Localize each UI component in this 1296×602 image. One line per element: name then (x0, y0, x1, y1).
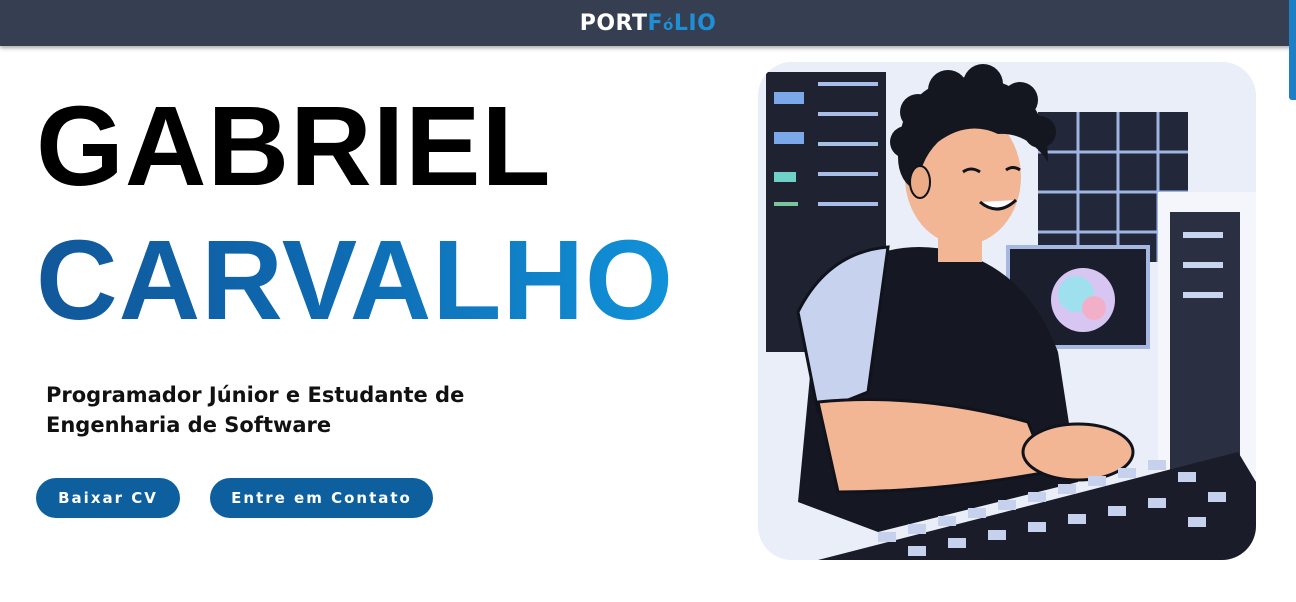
logo-text-port: PORT (579, 10, 648, 36)
logo-text-o-accent: ó (663, 15, 674, 34)
logo-text-f: F (647, 10, 664, 36)
hero-subtitle: Programador Júnior e Estudante de Engenh… (46, 383, 465, 437)
developer-illustration (758, 62, 1256, 560)
contact-button[interactable]: Entre em Contato (210, 478, 433, 518)
portfolio-logo[interactable]: PORT F ó LIO (580, 11, 717, 36)
last-name-heading: CARVALHO (36, 217, 674, 343)
first-name-heading: GABRIEL (36, 83, 552, 209)
download-cv-button[interactable]: Baixar CV (36, 478, 180, 518)
developer-at-keyboard-illustration (758, 62, 1256, 560)
top-navbar: PORT F ó LIO (0, 0, 1296, 46)
logo-text-lio: LIO (673, 10, 717, 36)
scrollbar-thumb[interactable] (1289, 0, 1296, 100)
